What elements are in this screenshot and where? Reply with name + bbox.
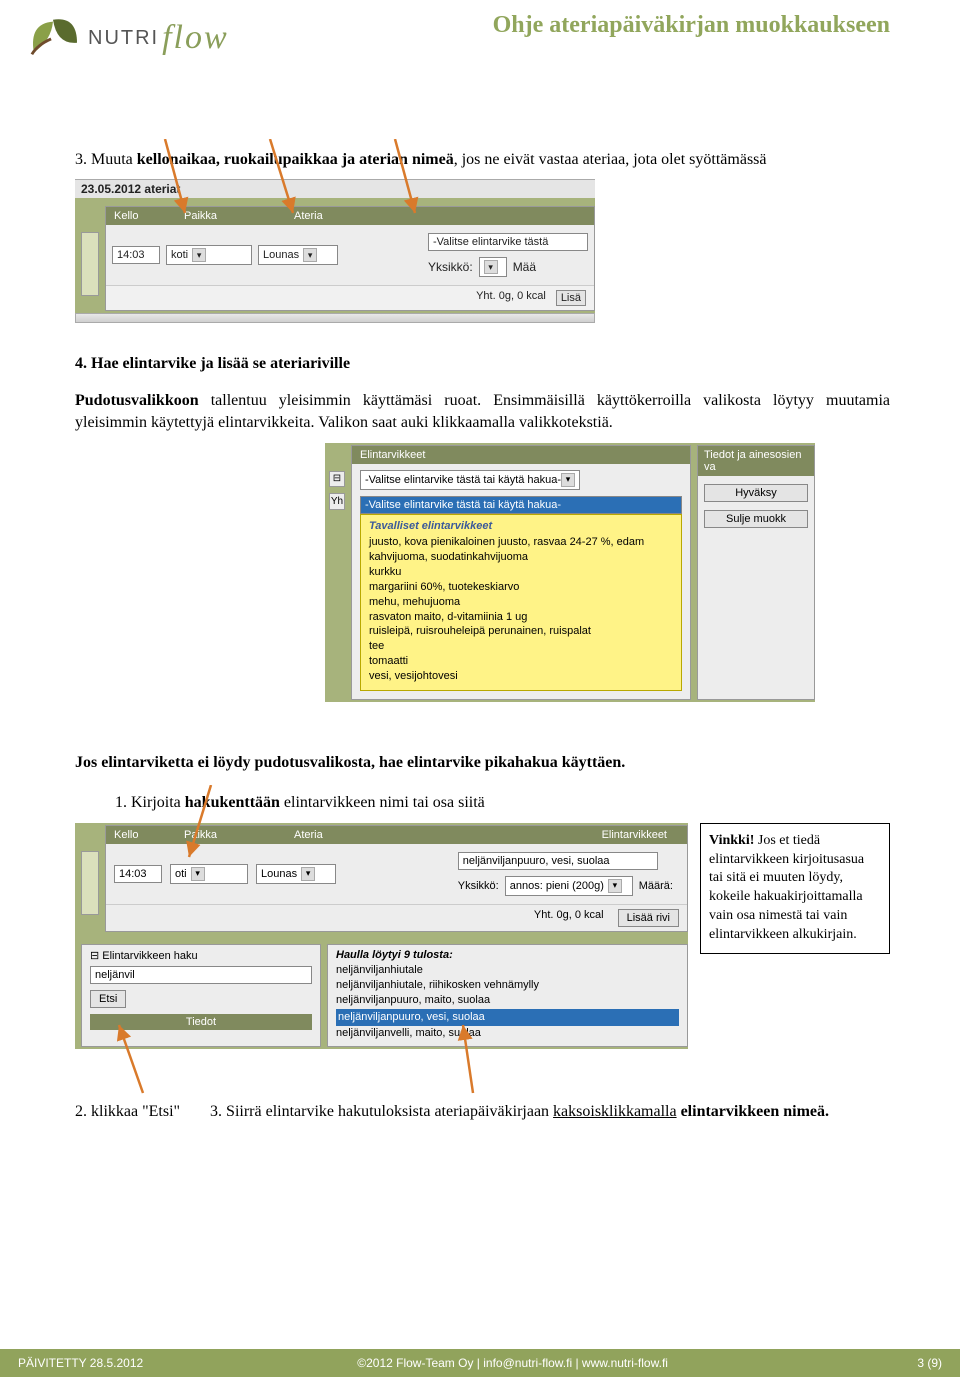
accept-button[interactable]: Hyväksy <box>704 484 808 502</box>
meal-row: 14:03 koti▾ Lounas▾ -Valitse elintarvike… <box>106 225 594 285</box>
info-tab[interactable]: Tiedot ja ainesosien va <box>698 446 814 476</box>
meal-panel: Kello Paikka Ateria 14:03 koti▾ Lounas▾ … <box>105 206 595 311</box>
screenshot-meal-row: 23.05.2012 ateriat Kello Paikka Ateria 1… <box>75 179 595 323</box>
step-4-body: Pudotusvalikkoon tallentuu yleisimmin kä… <box>75 390 890 435</box>
logo-script: flow <box>162 19 229 57</box>
time-input[interactable]: 14:03 <box>112 246 160 264</box>
total-text: Yht. 0g, 0 kcal <box>534 909 604 927</box>
list-header: Tavalliset elintarvikkeet <box>369 519 673 534</box>
scrollbar[interactable] <box>75 313 595 323</box>
copyright: ©2012 Flow-Team Oy | info@nutri-flow.fi … <box>183 1356 842 1370</box>
time-input[interactable]: 14:03 <box>114 865 162 883</box>
chevron-down-icon: ▾ <box>303 248 317 262</box>
tiedot-tab[interactable]: Tiedot <box>90 1014 312 1030</box>
col-ateria: Ateria <box>286 207 386 225</box>
results-header: Haulla löytyi 9 tulosta: <box>336 949 679 961</box>
list-item[interactable]: mehu, mehujuoma <box>369 595 673 610</box>
chevron-down-icon: ▾ <box>608 879 622 893</box>
close-edit-button[interactable]: Sulje muokk <box>704 510 808 528</box>
screenshot-dropdown: ⊟ Yh Elintarvikkeet -Valitse elintarvike… <box>325 443 815 702</box>
meal-select[interactable]: Lounas▾ <box>258 245 338 265</box>
selected-food[interactable]: neljänviljanpuuro, vesi, suolaa <box>458 852 658 870</box>
list-item[interactable]: ruisleipä, ruisrouheleipä perunainen, ru… <box>369 624 673 639</box>
result-item-selected[interactable]: neljänviljanpuuro, vesi, suolaa <box>336 1009 679 1026</box>
step-3-doubleclick: 3. Siirrä elintarvike hakutuloksista ate… <box>210 1103 890 1121</box>
collapse-icon[interactable]: ⊟ <box>329 471 345 487</box>
food-select[interactable]: -Valitse elintarvike tästä <box>428 233 588 251</box>
list-item[interactable]: margariini 60%, tuotekeskiarvo <box>369 580 673 595</box>
unit-label: Yksikkö: <box>428 260 473 274</box>
step-4-title: 4. Hae elintarvike ja lisää se ateriariv… <box>75 353 890 375</box>
chevron-down-icon: ▾ <box>484 260 498 274</box>
list-item[interactable]: rasvaton maito, d-vitamiinia 1 ug <box>369 610 673 625</box>
place-select[interactable]: oti▾ <box>170 864 248 884</box>
step-3-text: 3. Muuta kellonaikaa, ruokailupaikkaa ja… <box>75 149 890 171</box>
yh-label: Yh <box>329 493 345 510</box>
summary-row: 2. klikkaa "Etsi" 3. Siirrä elintarvike … <box>75 1103 890 1121</box>
meal-select[interactable]: Lounas▾ <box>256 864 336 884</box>
search-panel: ⊟ Elintarvikkeen haku neljänvil Etsi Tie… <box>81 944 321 1047</box>
step-1-search: 1. Kirjoita hakukenttään elintarvikkeen … <box>75 792 890 814</box>
unit-select[interactable]: ▾ <box>479 257 507 277</box>
date-header: 23.05.2012 ateriat <box>75 179 595 198</box>
side-tab[interactable] <box>81 851 99 915</box>
col-paikka: Paikka <box>176 207 286 225</box>
chevron-down-icon: ▾ <box>191 867 205 881</box>
results-panel: Haulla löytyi 9 tulosta: neljänviljanhiu… <box>327 944 688 1047</box>
step-2-click-etsi: 2. klikkaa "Etsi" <box>75 1103 180 1121</box>
page-number: 3 (9) <box>882 1356 942 1370</box>
etsi-button[interactable]: Etsi <box>90 990 126 1008</box>
list-item[interactable]: kahvijuoma, suodatinkahvijuoma <box>369 550 673 565</box>
chevron-down-icon: ▾ <box>561 473 575 487</box>
logo: NUTRI flow <box>24 14 229 62</box>
side-tab[interactable] <box>81 232 99 296</box>
amount-label: Määrä: <box>639 880 673 892</box>
no-search-text: Jos elintarviketta ei löydy pudotusvalik… <box>75 752 890 774</box>
list-item[interactable]: vesi, vesijohtovesi <box>369 669 673 684</box>
list-item[interactable]: tee <box>369 639 673 654</box>
result-item[interactable]: neljänviljanpuuro, maito, suolaa <box>336 993 679 1008</box>
col-kello: Kello <box>106 207 176 225</box>
logo-brand: NUTRI <box>88 27 159 50</box>
chevron-down-icon: ▾ <box>301 867 315 881</box>
leaf-icon <box>24 14 82 62</box>
result-item[interactable]: neljänviljanhiutale, riihikosken vehnämy… <box>336 978 679 993</box>
amount-label: Mää <box>513 260 536 274</box>
result-item[interactable]: neljänviljanvelli, maito, suolaa <box>336 1026 679 1041</box>
screenshot-search: Kello Paikka Ateria Elintarvikkeet 14:03… <box>75 823 688 1049</box>
tip-box: Vinkki! Jos et tiedä elintarvikkeen kirj… <box>700 823 890 954</box>
add-row-button[interactable]: Lisää rivi <box>618 909 679 927</box>
add-button[interactable]: Lisä <box>556 290 586 306</box>
col-paikka: Paikka <box>176 826 286 844</box>
col-kello: Kello <box>106 826 176 844</box>
search-panel-title: ⊟ Elintarvikkeen haku <box>90 949 312 962</box>
chevron-down-icon: ▾ <box>192 248 206 262</box>
updated-date: PÄIVITETTY 28.5.2012 <box>18 1356 143 1370</box>
dropdown-list: Tavalliset elintarvikkeet juusto, kova p… <box>360 514 682 691</box>
dropdown-selected[interactable]: -Valitse elintarvike tästä tai käytä hak… <box>360 496 682 514</box>
panel-header: Elintarvikkeet <box>352 446 690 464</box>
list-item[interactable]: kurkku <box>369 565 673 580</box>
total-text: Yht. 0g, 0 kcal <box>476 290 546 306</box>
col-ateria: Ateria <box>286 826 386 844</box>
list-item[interactable]: juusto, kova pienikaloinen juusto, rasva… <box>369 535 673 550</box>
unit-label: Yksikkö: <box>458 880 499 892</box>
food-dropdown[interactable]: -Valitse elintarvike tästä tai käytä hak… <box>360 470 580 490</box>
place-select[interactable]: koti▾ <box>166 245 252 265</box>
unit-select[interactable]: annos: pieni (200g)▾ <box>505 876 633 896</box>
result-item[interactable]: neljänviljanhiutale <box>336 963 679 978</box>
col-elintarvikkeet: Elintarvikkeet <box>386 826 687 844</box>
list-item[interactable]: tomaatti <box>369 654 673 669</box>
search-input[interactable]: neljänvil <box>90 966 312 984</box>
page-footer: PÄIVITETTY 28.5.2012 ©2012 Flow-Team Oy … <box>0 1349 960 1377</box>
